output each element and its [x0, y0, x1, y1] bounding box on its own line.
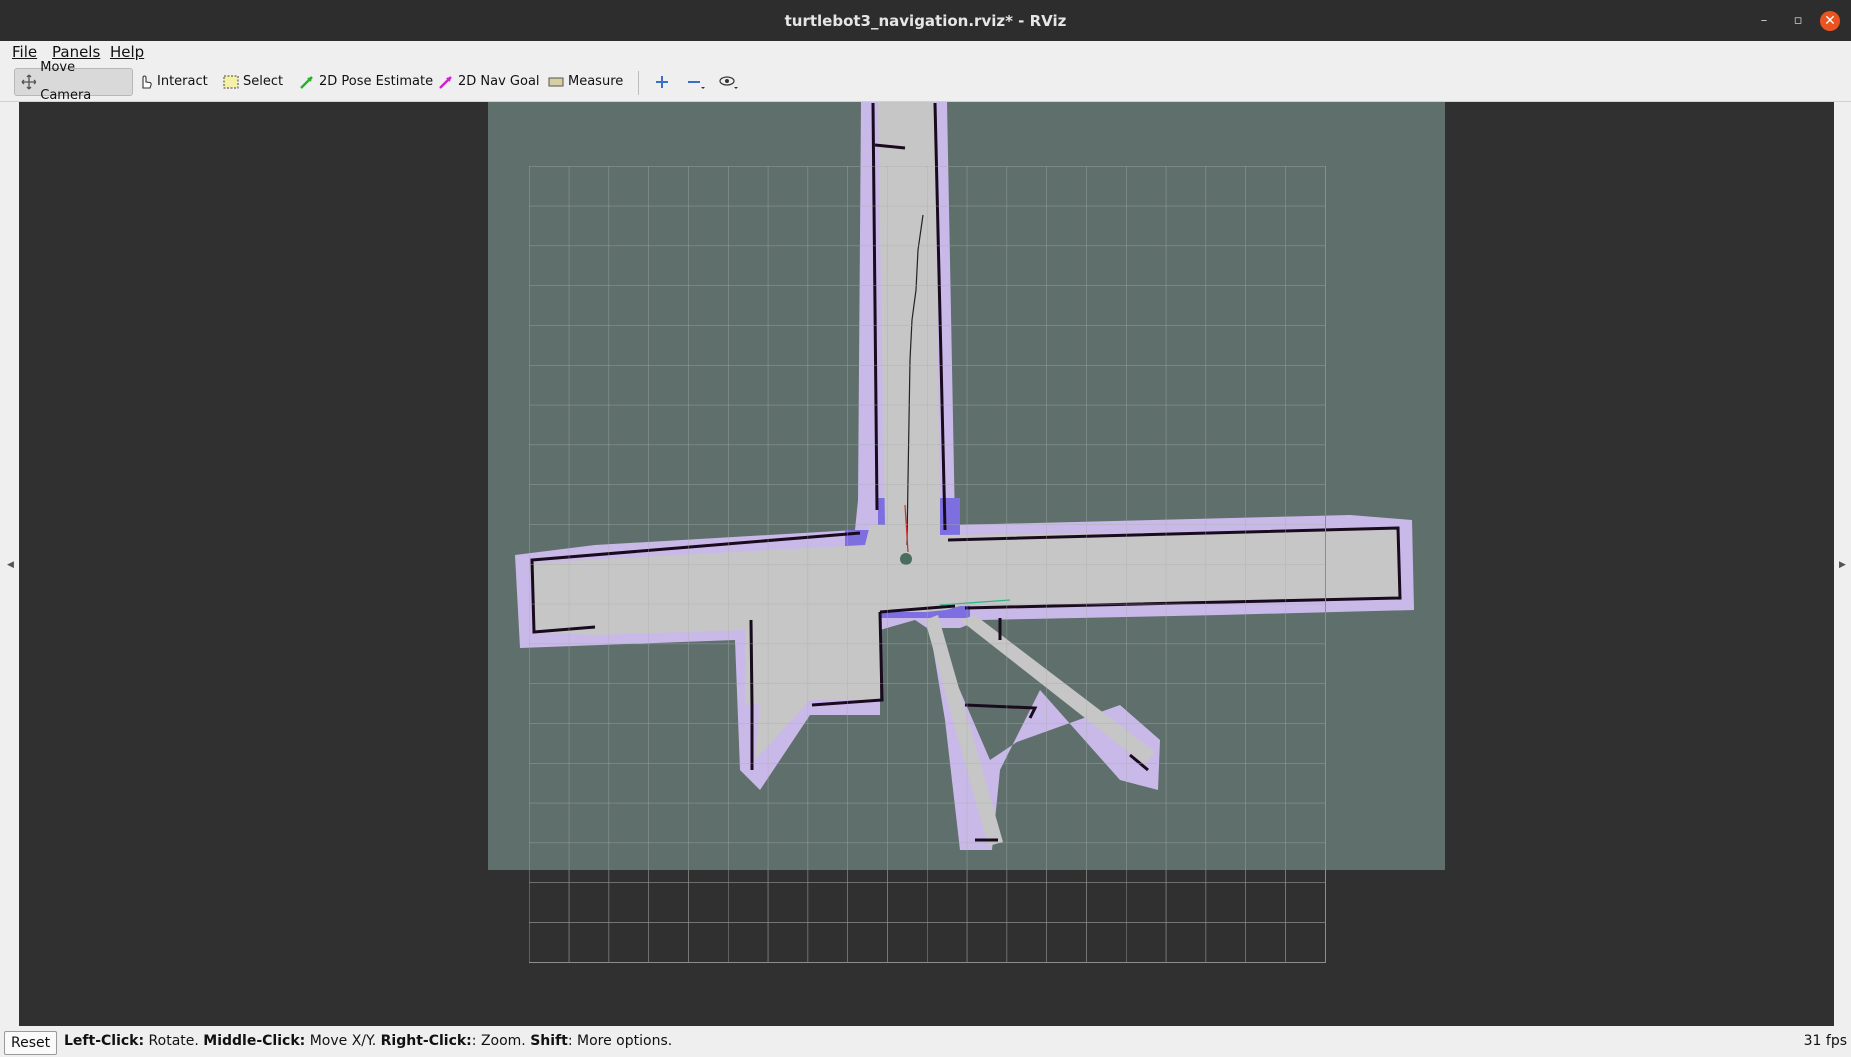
toolbar-separator [638, 71, 639, 95]
measure-label: Measure [568, 74, 624, 89]
pose-estimate-tool[interactable]: 2D Pose Estimate [293, 68, 439, 96]
menu-file[interactable]: File [12, 43, 37, 61]
window-titlebar: turtlebot3_navigation.rviz* - RViz – ▫ ✕ [0, 0, 1851, 41]
hint-right-key: Right-Click: [380, 1033, 472, 1049]
select-icon [223, 75, 239, 89]
tool-bar: Move Camera Interact Select 2D Pose Esti… [0, 60, 1851, 103]
hint-left-val: Rotate. [144, 1033, 204, 1049]
close-icon[interactable]: ✕ [1820, 11, 1840, 31]
hint-middle-key: Middle-Click: [203, 1033, 306, 1049]
expand-left-icon[interactable]: ◀ [7, 560, 14, 570]
nav-goal-tool[interactable]: 2D Nav Goal [432, 68, 546, 96]
move-camera-icon [21, 74, 37, 90]
hint-right-val: : Zoom. [471, 1033, 531, 1049]
eye-icon [719, 76, 738, 89]
measure-tool[interactable]: Measure [542, 68, 629, 96]
view-tool-button[interactable] [712, 68, 746, 96]
pose-estimate-label: 2D Pose Estimate [319, 74, 434, 89]
fps-counter: 31 fps [1803, 1033, 1847, 1049]
hint-left-key: Left-Click: [64, 1033, 145, 1049]
left-dock-handle[interactable]: ◀ [0, 102, 19, 1026]
plus-icon [656, 76, 668, 88]
reset-button[interactable]: Reset [4, 1031, 58, 1055]
menu-bar: File Panels Help [0, 41, 1851, 64]
select-tool[interactable]: Select [217, 68, 289, 96]
mouse-hint: Left-Click: Rotate. Middle-Click: Move X… [64, 1033, 672, 1049]
ruler-icon [548, 77, 564, 87]
window-title: turtlebot3_navigation.rviz* - RViz [784, 12, 1067, 30]
map-grid-lower [529, 870, 1326, 963]
magenta-arrow-icon [439, 76, 452, 89]
hand-pointer-icon [142, 75, 152, 89]
hint-shift-key: Shift [530, 1033, 568, 1049]
minimize-icon[interactable]: – [1755, 12, 1773, 30]
nav-goal-label: 2D Nav Goal [458, 74, 540, 89]
hint-middle-val: Move X/Y. [305, 1033, 381, 1049]
move-camera-tool[interactable]: Move Camera [14, 60, 133, 103]
interact-label: Interact [157, 74, 208, 89]
select-label: Select [243, 74, 284, 89]
map-canvas[interactable] [19, 102, 1834, 1026]
maximize-icon[interactable]: ▫ [1789, 12, 1807, 30]
remove-tool-button[interactable] [680, 68, 712, 96]
minus-icon [688, 81, 705, 89]
status-bar: Reset Left-Click: Rotate. Middle-Click: … [0, 1026, 1851, 1057]
right-dock-handle[interactable]: ▶ [1834, 102, 1851, 1026]
render-viewport[interactable] [19, 102, 1834, 1026]
expand-right-icon[interactable]: ▶ [1839, 560, 1846, 570]
green-arrow-icon [300, 76, 313, 89]
hint-shift-val: : More options. [567, 1033, 673, 1049]
menu-file-label: File [12, 43, 38, 61]
add-tool-button[interactable] [648, 68, 676, 96]
map-grid [529, 166, 1326, 963]
interact-tool[interactable]: Interact [133, 68, 214, 96]
